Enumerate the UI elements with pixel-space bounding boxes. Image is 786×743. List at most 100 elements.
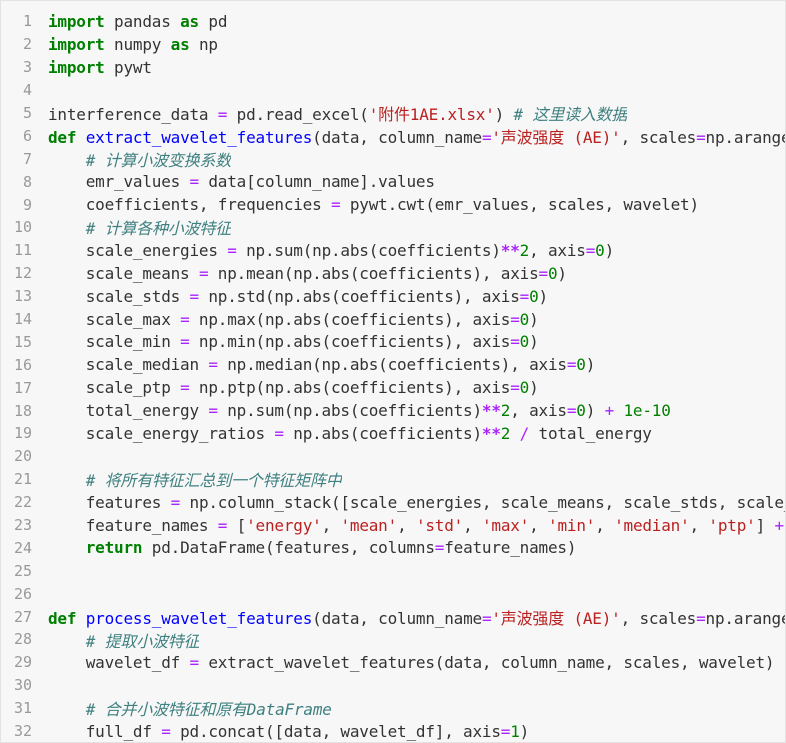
code-line[interactable]: 18 total_energy = np.sum(np.abs(coeffici… [1, 399, 785, 422]
code-token: , scales [620, 127, 697, 147]
code-token: , [397, 515, 416, 535]
code-line[interactable]: 2 import numpy as np [1, 33, 785, 56]
line-number: 27 [13, 607, 32, 626]
code-line[interactable]: 6 def extract_wavelet_features(data, colu… [1, 124, 785, 147]
code-editor[interactable]: 1 import pandas as pd 2 import numpy as np 3… [0, 0, 786, 743]
code-token: = [510, 309, 520, 329]
code-token: = [510, 332, 520, 352]
line-number: 20 [13, 447, 32, 466]
code-token: coefficients, frequencies [48, 195, 331, 215]
line-number: 26 [13, 584, 32, 603]
code-token: np.ptp(np.abs(coefficients), axis [189, 378, 511, 398]
code-line[interactable]: 19 scale_energy_ratios = np.abs(coeffici… [1, 422, 785, 445]
code-token: total_energy [48, 401, 209, 421]
line-text: total_energy = np.sum(np.abs(coefficient… [48, 401, 671, 420]
code-token: feature_names) [444, 538, 577, 558]
code-line[interactable]: 32 full_df = pd.concat([data, wavelet_df… [1, 720, 785, 742]
line-text: scale_energies = np.sum(np.abs(coefficie… [48, 241, 614, 260]
code-line[interactable]: 20 [1, 445, 785, 468]
code-token: data[column_name].values [198, 172, 435, 192]
code-line[interactable]: 8 emr_values = data[column_name].values [1, 170, 785, 193]
code-token: , [689, 515, 709, 535]
code-line[interactable]: 1 import pandas as pd [1, 10, 785, 33]
code-lines: 1 import pandas as pd 2 import numpy as np 3… [1, 10, 785, 742]
code-token: '附件1AE.xlsx' [368, 105, 495, 125]
code-line[interactable]: 31 # 合并小波特征和原有DataFrame [1, 697, 785, 720]
code-token: = [696, 608, 706, 628]
code-line[interactable]: 12 scale_means = np.mean(np.abs(coeffici… [1, 262, 785, 285]
code-token: , [463, 515, 482, 535]
code-token: = [696, 127, 706, 147]
code-line[interactable]: 11 scale_energies = np.sum(np.abs(coeffi… [1, 239, 785, 262]
code-line[interactable]: 24 return pd.DataFrame(features, columns… [1, 536, 785, 559]
code-token: = [189, 652, 200, 672]
code-line[interactable]: 7 # 计算小波变换系数 [1, 147, 785, 170]
code-line[interactable]: 25 [1, 559, 785, 582]
code-token: = [227, 240, 237, 260]
line-number: 8 [22, 172, 32, 191]
line-number: 18 [13, 401, 32, 420]
code-token: ) [494, 105, 514, 125]
code-line[interactable]: 13 scale_stds = np.std(np.abs(coefficien… [1, 285, 785, 308]
line-text: import numpy as np [48, 35, 218, 54]
line-number: 2 [22, 35, 32, 54]
line-text: scale_means = np.mean(np.abs(coefficient… [48, 264, 567, 283]
code-token: pandas [104, 11, 181, 31]
code-token: return [85, 538, 143, 558]
code-token: , axis [510, 401, 567, 421]
code-line[interactable]: 22 features = np.column_stack([scale_ene… [1, 491, 785, 514]
code-line[interactable]: 27 def process_wavelet_features(data, col… [1, 605, 785, 628]
code-line[interactable]: 9 coefficients, frequencies = pywt.cwt(e… [1, 193, 785, 216]
line-text: # 提取小波特征 [48, 628, 200, 652]
code-line[interactable]: 4 [1, 79, 785, 102]
code-token: scale_ptp [48, 378, 181, 398]
line-number: 17 [13, 378, 32, 397]
code-token: = [566, 401, 577, 421]
line-number: 21 [13, 470, 32, 489]
code-token: 1 [510, 721, 520, 741]
code-line[interactable]: 3 import pywt [1, 56, 785, 79]
code-line[interactable]: 14 scale_max = np.max(np.abs(coefficient… [1, 308, 785, 331]
code-token: (data, column_name [312, 608, 482, 628]
code-token: total_energy [529, 423, 652, 443]
code-line[interactable]: 5 interference_data = pd.read_excel('附件1A… [1, 102, 785, 125]
code-line[interactable]: 15 scale_min = np.min(np.abs(coefficient… [1, 330, 785, 353]
line-number: 10 [13, 218, 32, 237]
code-token: np.column_stack([scale_energies, scale_m… [180, 492, 786, 512]
code-token: np.median(np.abs(coefficients), axis [217, 355, 567, 375]
code-line[interactable]: 10 # 计算各种小波特征 [1, 216, 785, 239]
line-text: # 计算小波变换系数 [48, 147, 231, 171]
code-token: pd.DataFrame(features, columns [142, 538, 435, 558]
code-token: ** [500, 240, 520, 260]
line-text: emr_values = data[column_name].values [48, 172, 435, 191]
code-line[interactable]: 30 [1, 674, 785, 697]
code-token: + [774, 515, 784, 535]
code-token: , scales [620, 608, 697, 628]
code-line[interactable]: 29 wavelet_df = extract_wavelet_features… [1, 651, 785, 674]
code-token: pywt [104, 57, 152, 77]
code-token: np.abs(coefficients) [283, 423, 482, 443]
code-line[interactable]: 26 [1, 582, 785, 605]
line-text: # 计算各种小波特征 [48, 215, 231, 239]
code-token: # 将所有特征汇总到一个特征矩阵中 [85, 471, 342, 491]
line-text: scale_energy_ratios = np.abs(coefficient… [48, 424, 652, 443]
code-line[interactable]: 23 feature_names = ['energy', 'mean', 's… [1, 514, 785, 537]
code-token: scale_energy_ratios [48, 423, 275, 443]
code-line[interactable]: 21 # 将所有特征汇总到一个特征矩阵中 [1, 468, 785, 491]
code-line[interactable]: 28 # 提取小波特征 [1, 628, 785, 651]
code-token: , [595, 515, 615, 535]
line-text: scale_ptp = np.ptp(np.abs(coefficients),… [48, 378, 539, 397]
code-token: np.sum(np.abs(coefficients) [236, 240, 501, 260]
code-token: 0 [595, 240, 605, 260]
code-token: = [566, 355, 577, 375]
code-token: ] [755, 515, 775, 535]
line-text: import pandas as pd [48, 12, 227, 31]
code-token: , axis [529, 240, 586, 260]
code-token: , [321, 515, 341, 535]
code-token: pd [198, 11, 228, 31]
code-line[interactable]: 17 scale_ptp = np.ptp(np.abs(coefficient… [1, 376, 785, 399]
code-line[interactable]: 16 scale_median = np.median(np.abs(coeff… [1, 353, 785, 376]
